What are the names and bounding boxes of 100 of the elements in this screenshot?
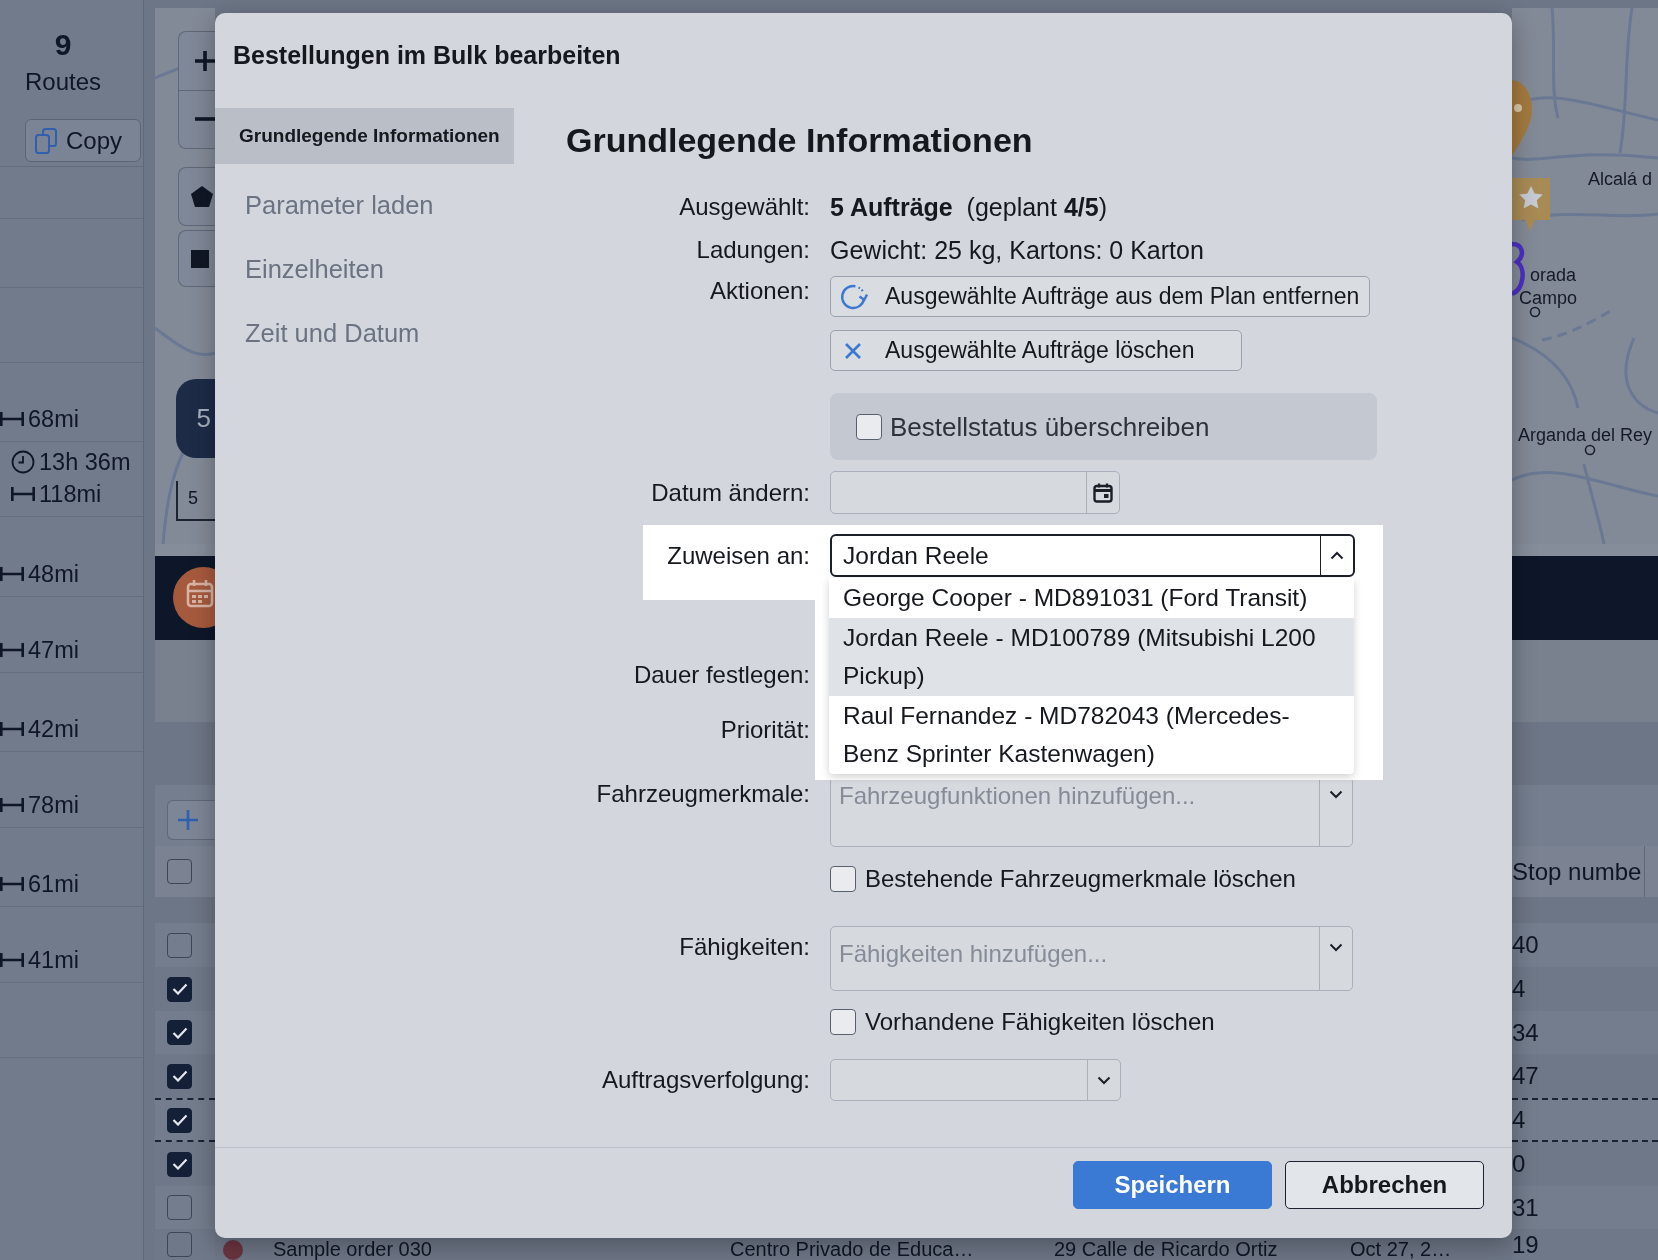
route-duration: 13h 36m <box>39 449 131 475</box>
sidebar-item[interactable]: Grundlegende Informationen <box>215 108 514 164</box>
checkmark-icon <box>171 1158 188 1170</box>
field-label: Fahrzeugmerkmale: <box>596 779 810 809</box>
copy-button[interactable]: Copy <box>25 119 141 162</box>
table-cell-text: Oct 27, 2… <box>1350 1238 1453 1260</box>
table-cell: 31 <box>1512 1186 1658 1229</box>
checkbox[interactable] <box>167 932 192 958</box>
measure-icon <box>0 722 24 736</box>
field-value: Gewicht: 25 kg, Kartons: 0 Karton <box>830 235 1204 265</box>
checkbox[interactable] <box>167 976 192 1002</box>
routes-label: Routes <box>23 68 102 96</box>
cancel-button[interactable]: Abbrechen <box>1285 1161 1484 1209</box>
measure-icon <box>0 877 24 891</box>
tracking-select[interactable] <box>830 1059 1121 1101</box>
cluster-badge: 5 <box>176 379 215 458</box>
copy-icon <box>35 127 57 154</box>
pentagon-icon <box>191 186 213 207</box>
route-distance: 78mi <box>28 792 79 818</box>
calendar-icon <box>1093 482 1113 503</box>
star-marker-icon <box>1512 178 1550 232</box>
date-field[interactable] <box>830 471 1120 514</box>
checkbox[interactable] <box>167 1107 192 1133</box>
action-button[interactable]: Ausgewählte Aufträge aus dem Plan entfernen <box>830 276 1371 317</box>
field-label: Ausgewählt: <box>679 192 810 222</box>
checkbox[interactable] <box>830 866 856 892</box>
place-marker-icon <box>1584 444 1596 456</box>
clock-icon <box>11 450 35 474</box>
plus-icon <box>178 810 198 830</box>
checkmark-icon <box>171 983 188 995</box>
cross-icon <box>844 341 862 360</box>
checkbox[interactable] <box>856 413 882 440</box>
measure-icon <box>0 798 24 812</box>
field-label: Priorität: <box>720 715 810 745</box>
polygon-tool-button[interactable] <box>178 167 215 226</box>
field-label: Ladungen: <box>696 235 810 265</box>
route-distance: 48mi <box>28 561 79 587</box>
checkbox[interactable] <box>167 1020 192 1045</box>
placeholder-text: Fähigkeiten hinzufügen... <box>839 940 1108 968</box>
dropdown-option[interactable]: George Cooper - MD891031 (Ford Transit) <box>829 578 1354 618</box>
measure-icon <box>0 643 24 657</box>
route-distance: 68mi <box>28 406 79 432</box>
action-button[interactable]: Ausgewählte Aufträge löschen <box>830 330 1242 371</box>
field-label: Zuweisen an: <box>667 540 810 571</box>
placeholder-text: Fahrzeugfunktionen hinzufügen... <box>839 782 1196 810</box>
checkmark-icon <box>171 1114 188 1126</box>
route-distance: 41mi <box>28 947 79 973</box>
field-label: Datum ändern: <box>651 477 810 508</box>
checkbox[interactable] <box>167 1232 192 1257</box>
table-cell: 34 <box>1512 1011 1658 1054</box>
checkmark-icon <box>171 1070 188 1082</box>
chevron-down-icon <box>1329 790 1343 799</box>
table-cell-text: Sample order 030 <box>273 1238 433 1260</box>
field-label: Auftragsverfolgung: <box>601 1065 810 1095</box>
plus-icon <box>195 50 215 71</box>
measure-icon <box>0 567 24 581</box>
chevron-up-icon <box>1330 551 1344 560</box>
checkbox[interactable] <box>167 1063 192 1089</box>
map-label: orada <box>1530 265 1577 285</box>
chevron-down-icon <box>1097 1075 1111 1085</box>
field-label: Fähigkeiten: <box>679 932 810 962</box>
checkbox[interactable] <box>167 1151 192 1177</box>
place-marker-icon <box>1529 306 1541 318</box>
map-label: Alcalá d <box>1588 169 1653 189</box>
checkbox[interactable] <box>167 859 192 884</box>
section-heading: Grundlegende Informationen <box>566 121 1033 159</box>
dialog-title: Bestellungen im Bulk bearbeiten <box>233 40 621 70</box>
route-distance: 118mi <box>39 481 102 507</box>
field-label: Dauer festlegen: <box>633 660 810 690</box>
map-pin-icon <box>1512 80 1532 156</box>
save-button[interactable]: Speichern <box>1073 1161 1272 1209</box>
measure-icon <box>0 953 24 967</box>
map-label: Campo <box>1519 288 1578 308</box>
assignee-select[interactable]: Jordan Reele <box>830 534 1355 577</box>
checkbox-label: Bestehende Fahrzeugmerkmale löschen <box>865 864 1296 894</box>
checkbox[interactable] <box>830 1009 856 1035</box>
checkbox[interactable] <box>167 1195 192 1220</box>
minus-icon <box>195 117 215 122</box>
field-label: Aktionen: <box>709 276 810 306</box>
route-distance: 42mi <box>28 716 79 742</box>
table-cell: 40 <box>1512 923 1658 967</box>
route-count: 9 <box>53 27 73 63</box>
square-icon <box>191 249 209 268</box>
measure-icon <box>11 487 35 501</box>
map-label: Arganda del Rey <box>1518 425 1653 445</box>
checkbox-label: Vorhandene Fähigkeiten löschen <box>865 1007 1215 1037</box>
chevron-down-icon <box>1329 943 1343 952</box>
route-distance: 61mi <box>28 871 79 897</box>
table-cell-text: 29 Calle de Ricardo Ortiz <box>1054 1238 1279 1260</box>
checkbox-label: Bestellstatus überschreiben <box>890 411 1210 442</box>
dropdown-option[interactable]: Jordan Reele - MD100789 (Mitsubishi L200 Pickup) <box>829 618 1354 696</box>
calendar-icon[interactable] <box>173 567 215 628</box>
measure-icon <box>0 412 24 426</box>
dropdown-option[interactable]: Raul Fernandez - MD782043 (Mercedes-Benz Sprinter Kastenwagen) <box>829 696 1354 774</box>
table-cell: 4 <box>1512 1098 1658 1142</box>
rectangle-tool-button[interactable] <box>178 230 215 287</box>
field-value: 5 Aufträge (geplant 4/5) <box>830 192 1107 222</box>
table-cell-text: Centro Privado de Educa… <box>730 1238 975 1260</box>
route-distance: 47mi <box>28 637 79 663</box>
checkmark-icon <box>171 1026 188 1039</box>
